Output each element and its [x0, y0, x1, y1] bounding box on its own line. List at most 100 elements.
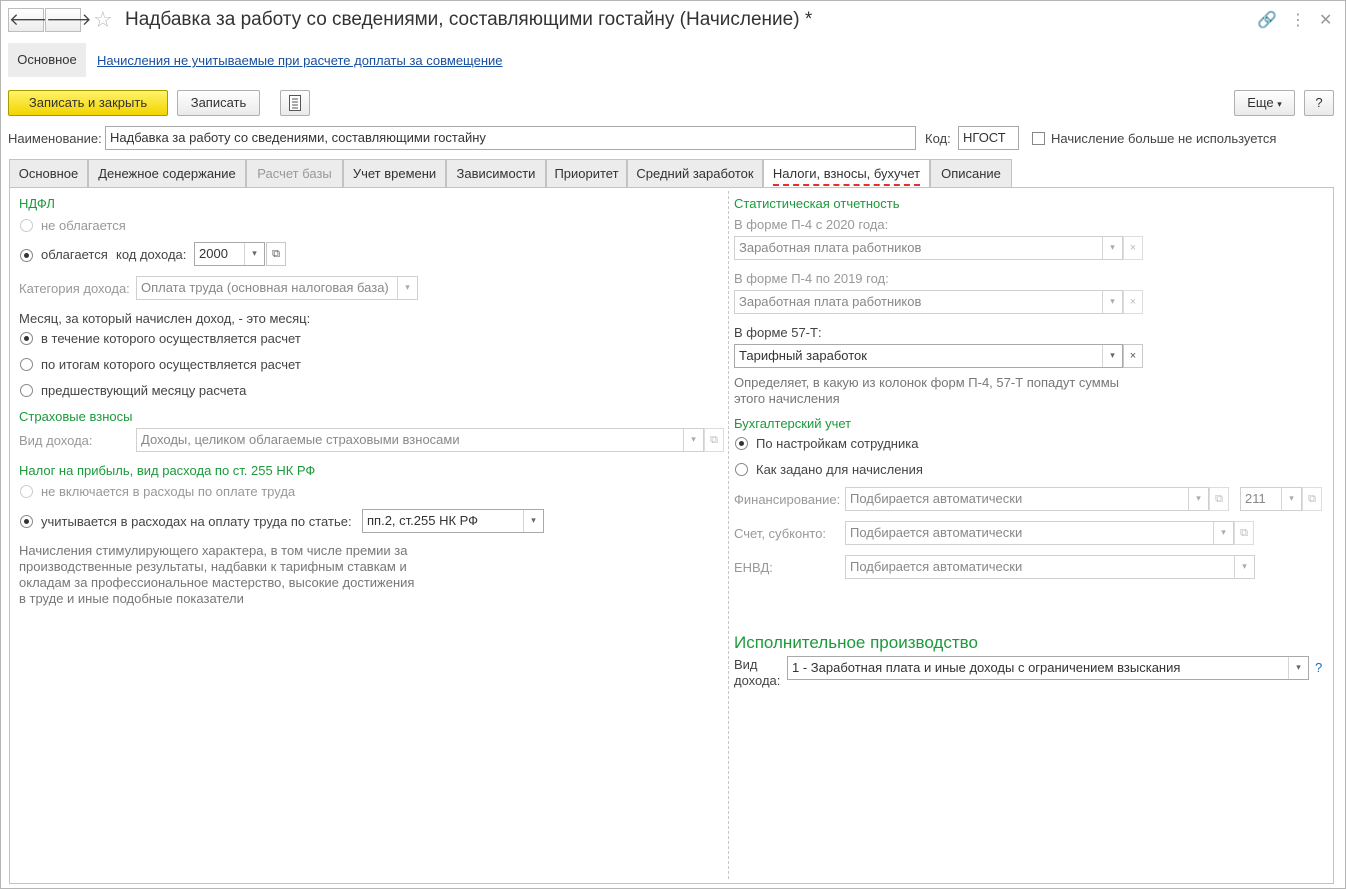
favorite-star-icon[interactable]: ☆: [93, 7, 113, 33]
tab-description[interactable]: Описание: [930, 159, 1012, 187]
link-icon[interactable]: 🔗: [1257, 10, 1277, 30]
arrow-right-icon: 🡒: [46, 10, 92, 29]
financing-field: Подбирается автоматически ▾: [845, 487, 1209, 511]
profit-tax-opt2-label: учитывается в расходах на оплату труда п…: [41, 514, 352, 529]
profit-tax-opt1-radio[interactable]: [20, 485, 33, 498]
name-field[interactable]: Надбавка за работу со сведениями, состав…: [105, 126, 916, 150]
tab-main[interactable]: Основное: [9, 159, 88, 187]
dropdown-arrow-icon: ▾: [1277, 99, 1282, 109]
account-dropdown-icon: ▾: [1213, 522, 1233, 544]
more-label: Еще: [1247, 95, 1274, 110]
close-icon[interactable]: ✕: [1319, 10, 1332, 30]
tab-priority[interactable]: Приоритет: [546, 159, 627, 187]
ndfl-heading: НДФЛ: [19, 196, 55, 211]
tab-base-calc: Расчет базы: [246, 159, 343, 187]
financing-label: Финансирование:: [734, 492, 841, 507]
enforcement-label-line1: Вид: [734, 657, 758, 672]
save-and-close-button[interactable]: Записать и закрыть: [8, 90, 168, 116]
envd-label: ЕНВД:: [734, 560, 773, 575]
tab-taxes[interactable]: Налоги, взносы, бухучет: [763, 159, 930, 188]
ndfl-taxed-radio[interactable]: [20, 249, 33, 262]
p4-2019-dropdown-icon: ▾: [1102, 291, 1122, 313]
more-vert-icon[interactable]: ⋮: [1290, 10, 1306, 30]
financing-code-dropdown-icon: ▾: [1281, 488, 1301, 510]
tab-average-earnings[interactable]: Средний заработок: [627, 159, 763, 187]
income-category-label: Категория дохода:: [19, 281, 130, 296]
code-field[interactable]: НГОСТ: [958, 126, 1019, 150]
tab-dependencies[interactable]: Зависимости: [446, 159, 546, 187]
income-category-value: Оплата труда (основная налоговая база): [141, 280, 389, 295]
enforcement-income-type-field[interactable]: 1 - Заработная плата и иные доходы с огр…: [787, 656, 1309, 680]
save-button[interactable]: Записать: [177, 90, 260, 116]
financing-code-value: 211: [1245, 491, 1266, 506]
tab-money[interactable]: Денежное содержание: [88, 159, 246, 187]
p4-2019-label: В форме П-4 по 2019 год:: [734, 271, 889, 286]
column-divider: [728, 191, 729, 879]
profit-tax-article-value: пп.2, ст.255 НК РФ: [367, 513, 479, 528]
insurance-income-type-label: Вид дохода:: [19, 433, 93, 448]
enforcement-income-type-value: 1 - Заработная плата и иные доходы с огр…: [792, 660, 1181, 675]
unused-label: Начисление больше не используется: [1051, 131, 1277, 146]
form-window: 🡐 🡒 ☆ Надбавка за работу со сведениями, …: [0, 0, 1346, 889]
section-main[interactable]: Основное: [8, 43, 86, 77]
statistics-note: Определяет, в какую из колонок форм П-4,…: [734, 375, 1119, 407]
insurance-dropdown-icon: ▾: [683, 429, 703, 451]
profit-tax-note-line: производственные результаты, надбавки к …: [19, 559, 407, 574]
profit-tax-heading: Налог на прибыль, вид расхода по ст. 255…: [19, 463, 316, 478]
financing-dropdown-icon: ▾: [1188, 488, 1208, 510]
ndfl-taxed-label: облагается: [41, 247, 108, 262]
p4-2020-dropdown-icon: ▾: [1102, 237, 1122, 259]
p4-2019-field: Заработная плата работников ▾: [734, 290, 1123, 314]
forward-button[interactable]: 🡒: [45, 8, 92, 32]
profit-tax-note-line: в труде и иные подобные показатели: [19, 591, 244, 606]
accounting-opt2-radio[interactable]: [735, 463, 748, 476]
document-icon: [289, 95, 301, 111]
more-button[interactable]: Еще ▾: [1234, 90, 1295, 116]
income-code-label: код дохода:: [116, 247, 187, 262]
month-opt2-radio[interactable]: [20, 358, 33, 371]
f57t-dropdown-icon[interactable]: ▾: [1102, 345, 1122, 367]
account-value: Подбирается автоматически: [850, 525, 1023, 540]
month-opt3-radio[interactable]: [20, 384, 33, 397]
p4-2019-clear-icon: ×: [1123, 290, 1143, 314]
unused-checkbox[interactable]: [1032, 132, 1045, 145]
income-code-open-icon[interactable]: ⧉: [266, 242, 286, 266]
profit-tax-opt2-radio[interactable]: [20, 515, 33, 528]
financing-code-field: 211 ▾: [1240, 487, 1302, 511]
accounting-opt1-radio[interactable]: [735, 437, 748, 450]
profit-tax-opt1-label: не включается в расходы по оплате труда: [41, 484, 296, 499]
enforcement-help-icon[interactable]: ?: [1315, 660, 1322, 675]
month-label: Месяц, за который начислен доход, - это …: [19, 311, 311, 326]
f57t-field[interactable]: Тарифный заработок ▾: [734, 344, 1123, 368]
insurance-open-icon: ⧉: [704, 428, 724, 452]
income-code-field[interactable]: 2000 ▾: [194, 242, 265, 266]
ndfl-not-taxed-label: не облагается: [41, 218, 126, 233]
profit-tax-article-dropdown-icon[interactable]: ▾: [523, 510, 543, 532]
back-button[interactable]: 🡐: [8, 8, 55, 32]
f57t-clear-icon[interactable]: ×: [1123, 344, 1143, 368]
envd-field: Подбирается автоматически ▾: [845, 555, 1255, 579]
enforcement-dropdown-icon[interactable]: ▾: [1288, 657, 1308, 679]
income-code-dropdown-icon[interactable]: ▾: [244, 243, 264, 265]
p4-2019-value: Заработная плата работников: [739, 294, 922, 309]
insurance-income-type-field: Доходы, целиком облагаемые страховыми вз…: [136, 428, 704, 452]
p4-2020-label: В форме П-4 с 2020 года:: [734, 217, 889, 232]
ndfl-not-taxed-radio[interactable]: [20, 219, 33, 232]
report-button[interactable]: [280, 90, 310, 116]
section-link-not-counted[interactable]: Начисления не учитываемые при расчете до…: [97, 53, 503, 68]
accounting-heading: Бухгалтерский учет: [734, 416, 852, 431]
profit-tax-article-field[interactable]: пп.2, ст.255 НК РФ ▾: [362, 509, 544, 533]
month-opt1-radio[interactable]: [20, 332, 33, 345]
income-category-dropdown-icon: ▾: [397, 277, 417, 299]
tab-time[interactable]: Учет времени: [343, 159, 446, 187]
month-opt2-label: по итогам которого осуществляется расчет: [41, 357, 301, 372]
accounting-opt1-label: По настройкам сотрудника: [756, 436, 919, 451]
envd-value: Подбирается автоматически: [850, 559, 1023, 574]
help-button[interactable]: ?: [1304, 90, 1334, 116]
financing-code-open-icon: ⧉: [1302, 487, 1322, 511]
accounting-opt2-label: Как задано для начисления: [756, 462, 923, 477]
f57t-label: В форме 57-Т:: [734, 325, 822, 340]
account-label: Счет, субконто:: [734, 526, 827, 541]
envd-dropdown-icon: ▾: [1234, 556, 1254, 578]
financing-open-icon: ⧉: [1209, 487, 1229, 511]
